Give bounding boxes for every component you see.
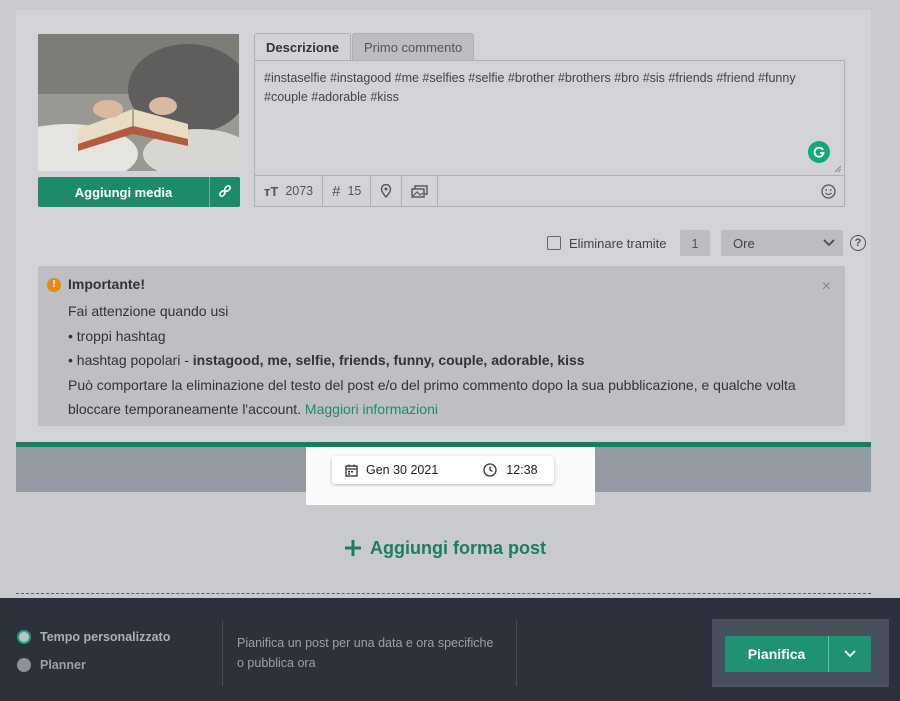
clock-icon bbox=[483, 463, 497, 477]
editor-tabs: Descrizione Primo commento bbox=[254, 33, 475, 61]
link-icon[interactable] bbox=[209, 177, 240, 207]
schedule-date-time-picker[interactable]: Gen 30 2021 12:38 bbox=[332, 456, 554, 484]
resize-handle-icon[interactable] bbox=[834, 165, 842, 173]
schedule-date[interactable]: Gen 30 2021 bbox=[366, 463, 438, 477]
delete-after-checkbox[interactable] bbox=[547, 236, 561, 250]
radio-custom-time[interactable]: Tempo personalizzato bbox=[17, 630, 170, 644]
popular-hashtags: instagood, me, selfie, friends, funny, c… bbox=[192, 352, 585, 368]
radio-custom-time-label[interactable]: Tempo personalizzato bbox=[40, 630, 170, 644]
warning-icon: ! bbox=[47, 278, 61, 292]
hashtag-icon: # bbox=[332, 182, 341, 200]
add-media-button[interactable]: Aggiungi media bbox=[38, 177, 240, 207]
caption-text[interactable]: #instaselfie #instagood #me #selfies #se… bbox=[264, 71, 796, 104]
schedule-button-label[interactable]: Pianifica bbox=[725, 636, 829, 672]
char-count: 2073 bbox=[285, 184, 314, 198]
gallery-button[interactable] bbox=[402, 176, 439, 206]
alert-line-3: • hashtag popolari - instagood, me, self… bbox=[68, 348, 815, 373]
time-picker[interactable]: 12:38 bbox=[483, 463, 538, 477]
grammarly-icon[interactable] bbox=[808, 141, 830, 163]
emoji-icon bbox=[821, 183, 836, 199]
chevron-down-icon bbox=[844, 650, 856, 658]
delete-after-label[interactable]: Eliminare tramite bbox=[569, 236, 667, 251]
tab-primo-commento[interactable]: Primo commento bbox=[351, 33, 475, 61]
schedule-footer: Tempo personalizzato Planner Pianifica u… bbox=[0, 598, 900, 701]
radio-planner-label[interactable]: Planner bbox=[40, 658, 86, 672]
radio-planner[interactable]: Planner bbox=[17, 658, 86, 672]
emoji-button[interactable] bbox=[813, 183, 844, 199]
hashtag-count: 15 bbox=[347, 184, 362, 198]
schedule-time[interactable]: 12:38 bbox=[506, 463, 537, 477]
alert-title: Importante! bbox=[68, 276, 145, 292]
hashtag-count-cell[interactable]: # 15 bbox=[323, 176, 372, 206]
location-pin-icon bbox=[381, 184, 392, 198]
schedule-button[interactable]: Pianifica bbox=[725, 636, 871, 672]
plus-icon bbox=[345, 540, 361, 556]
hashtag-warning-alert: ! × Importante! Fai attenzione quando us… bbox=[38, 266, 845, 426]
gallery-icon bbox=[411, 184, 429, 198]
location-button[interactable] bbox=[371, 176, 403, 206]
tab-descrizione[interactable]: Descrizione bbox=[254, 33, 351, 61]
text-size-icon: ᴛT bbox=[264, 183, 279, 199]
delete-after-row: Eliminare tramite bbox=[547, 230, 667, 256]
radio-custom-time-button[interactable] bbox=[17, 630, 31, 644]
delete-after-unit-wrap: Ore bbox=[721, 230, 843, 256]
alert-line-4: Può comportare la eliminazione del testo… bbox=[68, 373, 815, 422]
add-post-form-label[interactable]: Aggiungi forma post bbox=[370, 538, 546, 559]
footer-divider bbox=[222, 620, 223, 686]
date-picker[interactable]: Gen 30 2021 bbox=[345, 463, 438, 477]
char-count-cell: ᴛT 2073 bbox=[255, 176, 324, 206]
schedule-button-wrap: Pianifica bbox=[712, 619, 889, 687]
close-icon[interactable]: × bbox=[822, 275, 831, 300]
add-post-form-button[interactable]: Aggiungi forma post bbox=[344, 534, 546, 562]
schedule-description: Pianifica un post per una data e ora spe… bbox=[237, 636, 494, 670]
calendar-icon bbox=[345, 464, 358, 477]
chevron-down-icon bbox=[823, 239, 835, 247]
caption-textarea[interactable]: #instaselfie #instagood #me #selfies #se… bbox=[254, 60, 845, 176]
delete-after-value-input[interactable]: 1 bbox=[680, 230, 710, 256]
alert-line-1: Fai attenzione quando usi bbox=[68, 303, 229, 319]
alert-line-3-prefix: • hashtag popolari - bbox=[68, 352, 193, 368]
delete-after-unit-select[interactable]: Ore bbox=[721, 230, 843, 256]
editor-toolbar: ᴛT 2073 # 15 bbox=[254, 175, 845, 207]
media-thumbnail[interactable] bbox=[38, 34, 239, 171]
unit-select-value: Ore bbox=[733, 235, 755, 251]
alert-line-2: • troppi hashtag bbox=[68, 327, 166, 344]
help-icon[interactable]: ? bbox=[850, 235, 866, 251]
schedule-dropdown-toggle[interactable] bbox=[829, 636, 871, 672]
delete-after-value-wrap: 1 bbox=[680, 230, 710, 256]
add-media-label[interactable]: Aggiungi media bbox=[38, 177, 209, 207]
help-wrap: ? bbox=[850, 230, 866, 256]
radio-planner-button[interactable] bbox=[17, 658, 31, 672]
footer-divider bbox=[516, 620, 517, 686]
more-info-link[interactable]: Maggiori informazioni bbox=[305, 401, 438, 417]
